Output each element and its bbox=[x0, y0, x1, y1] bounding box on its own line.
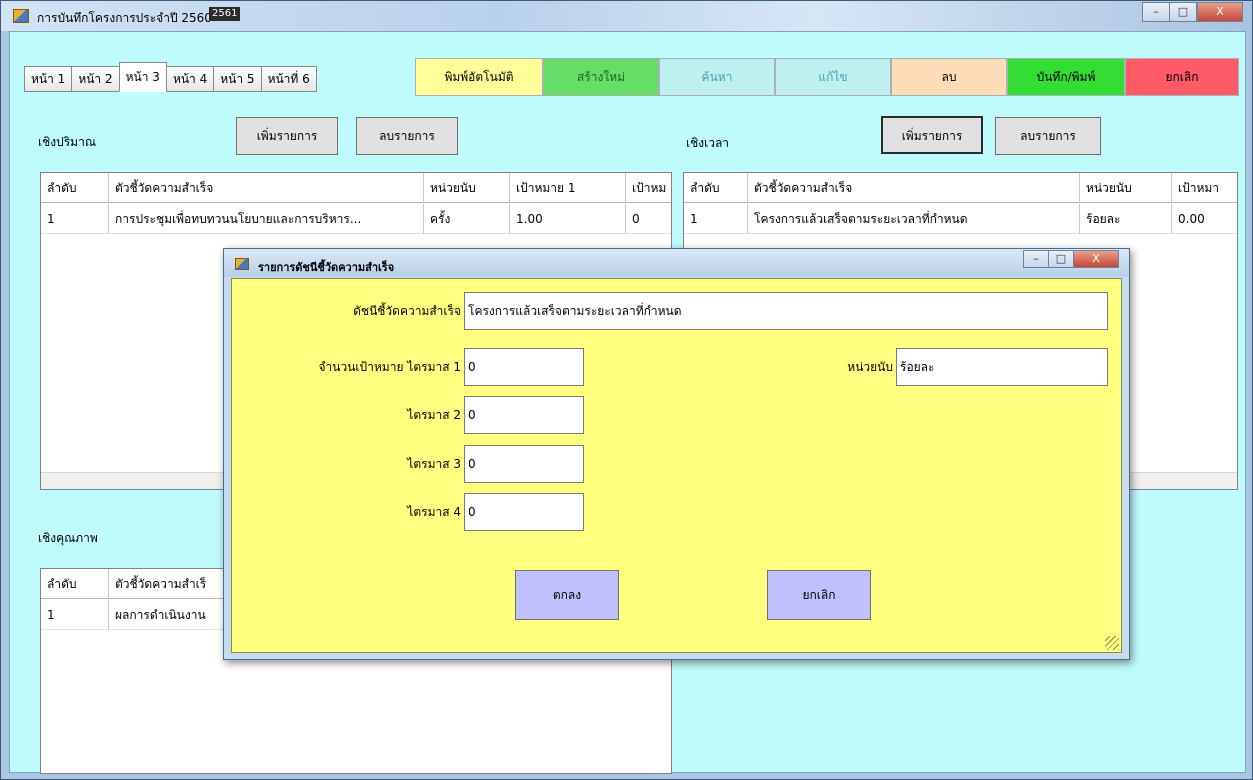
tab-page-6[interactable]: หน้าที่ 6 bbox=[260, 66, 317, 92]
quarter-1-input[interactable]: 0 bbox=[464, 348, 584, 386]
cell-target-2: 0 bbox=[626, 204, 671, 234]
dialog-minimize-button[interactable]: – bbox=[1023, 250, 1049, 268]
qualitative-label: เชิงคุณภาพ bbox=[38, 531, 98, 545]
time-based-remove-button[interactable]: ลบรายการ bbox=[995, 117, 1101, 155]
quarter-1-label: จำนวนเป้าหมาย ไตรมาส 1 bbox=[318, 360, 461, 374]
quarter-3-label: ไตรมาส 3 bbox=[407, 457, 461, 471]
quantitative-label: เชิงปริมาณ bbox=[38, 135, 96, 149]
cell-unit: ร้อยละ bbox=[1080, 204, 1172, 234]
tab-page-5[interactable]: หน้า 5 bbox=[213, 66, 262, 92]
delete-button[interactable]: ลบ bbox=[891, 58, 1007, 96]
indicator-label: ดัชนีชี้วัดความสำเร็จ bbox=[353, 304, 461, 318]
column-header-target-1[interactable]: เป้าหมาย 1 bbox=[510, 173, 626, 203]
close-button[interactable]: X bbox=[1197, 2, 1243, 22]
quarter-4-input[interactable]: 0 bbox=[464, 493, 584, 531]
quantitative-add-button[interactable]: เพิ่มรายการ bbox=[236, 117, 338, 155]
maximize-button[interactable]: □ bbox=[1169, 2, 1197, 22]
auto-print-button[interactable]: พิมพ์อัตโนมัติ bbox=[415, 58, 543, 96]
tab-page-2[interactable]: หน้า 2 bbox=[71, 66, 120, 92]
dialog-title: รายการดัชนีชี้วัดความสำเร็จ bbox=[258, 261, 395, 274]
cell-target: 0.00 bbox=[1172, 204, 1237, 234]
quarter-2-label: ไตรมาส 2 bbox=[407, 408, 461, 422]
table-row[interactable]: 1 การประชุมเพื่อทบทวนนโยบายและการบริหาร.… bbox=[41, 204, 671, 234]
quarter-3-input[interactable]: 0 bbox=[464, 445, 584, 483]
column-header-order[interactable]: ลำดับ bbox=[41, 173, 109, 203]
cancel-button[interactable]: ยกเลิก bbox=[1125, 58, 1239, 96]
tab-page-1[interactable]: หน้า 1 bbox=[24, 66, 73, 92]
dialog-cancel-button[interactable]: ยกเลิก bbox=[767, 570, 871, 620]
dialog-close-button[interactable]: X bbox=[1073, 250, 1119, 268]
tab-page-3[interactable]: หน้า 3 bbox=[118, 62, 167, 92]
minimize-button[interactable]: – bbox=[1142, 2, 1170, 22]
unit-label: หน่วยนับ bbox=[847, 360, 893, 374]
dialog-body: ดัชนีชี้วัดความสำเร็จ โครงการแล้วเสร็จตา… bbox=[231, 278, 1122, 653]
tab-page-4[interactable]: หน้า 4 bbox=[165, 66, 215, 92]
search-button[interactable]: ค้นหา bbox=[659, 58, 775, 96]
cell-order: 1 bbox=[684, 204, 748, 234]
column-header-unit[interactable]: หน่วยนับ bbox=[1080, 173, 1172, 203]
cell-indicator: การประชุมเพื่อทบทวนนโยบายและการบริหาร... bbox=[109, 204, 424, 234]
cell-order: 1 bbox=[41, 600, 109, 630]
column-header-target-2[interactable]: เป้าหม bbox=[626, 173, 671, 203]
title-bar[interactable]: การบันทึกโครงการประจำปี 2560 2561 – □ X bbox=[1, 1, 1252, 31]
window-title: การบันทึกโครงการประจำปี 2560 bbox=[37, 11, 212, 25]
indicator-input[interactable]: โครงการแล้วเสร็จตามระยะเวลาที่กำหนด bbox=[464, 292, 1108, 330]
quarter-2-input[interactable]: 0 bbox=[464, 396, 584, 434]
title-year-badge: 2561 bbox=[209, 7, 241, 21]
dialog-title-bar[interactable]: รายการดัชนีชี้วัดความสำเร็จ – □ X bbox=[224, 249, 1129, 277]
cell-order: 1 bbox=[41, 204, 109, 234]
cell-unit: ครั้ง bbox=[424, 204, 510, 234]
column-header-order[interactable]: ลำดับ bbox=[41, 569, 109, 599]
tab-strip: หน้า 1 หน้า 2 หน้า 3 หน้า 4 หน้า 5 หน้าท… bbox=[24, 62, 317, 92]
edit-button[interactable]: แก้ไข bbox=[775, 58, 891, 96]
indicator-dialog: รายการดัชนีชี้วัดความสำเร็จ – □ X ดัชนีช… bbox=[223, 248, 1130, 660]
resize-grip-icon[interactable] bbox=[1105, 636, 1119, 650]
grid-header-row: ลำดับ ตัวชี้วัดความสำเร็จ หน่วยนับ เป้าห… bbox=[684, 173, 1237, 203]
quarter-4-label: ไตรมาส 4 bbox=[407, 505, 461, 519]
time-based-label: เชิงเวลา bbox=[686, 136, 730, 150]
grid-header-row: ลำดับ ตัวชี้วัดความสำเร็จ หน่วยนับ เป้าห… bbox=[41, 173, 671, 203]
column-header-indicator[interactable]: ตัวชี้วัดความสำเร็จ bbox=[748, 173, 1080, 203]
app-icon bbox=[13, 9, 29, 23]
save-print-button[interactable]: บันทึก/พิมพ์ bbox=[1007, 58, 1125, 96]
dialog-app-icon bbox=[235, 258, 249, 270]
table-row[interactable]: 1 โครงการแล้วเสร็จตามระยะเวลาที่กำหนด ร้… bbox=[684, 204, 1237, 234]
quantitative-remove-button[interactable]: ลบรายการ bbox=[356, 117, 458, 155]
unit-input[interactable]: ร้อยละ bbox=[896, 348, 1108, 386]
column-header-target[interactable]: เป้าหมา bbox=[1172, 173, 1237, 203]
time-based-add-button[interactable]: เพิ่มรายการ bbox=[881, 116, 983, 154]
main-window: การบันทึกโครงการประจำปี 2560 2561 – □ X … bbox=[0, 0, 1253, 780]
new-button[interactable]: สร้างใหม่ bbox=[543, 58, 659, 96]
dialog-maximize-button[interactable]: □ bbox=[1048, 250, 1074, 268]
cell-target-1: 1.00 bbox=[510, 204, 626, 234]
column-header-order[interactable]: ลำดับ bbox=[684, 173, 748, 203]
column-header-unit[interactable]: หน่วยนับ bbox=[424, 173, 510, 203]
cell-indicator: โครงการแล้วเสร็จตามระยะเวลาที่กำหนด bbox=[748, 204, 1080, 234]
ok-button[interactable]: ตกลง bbox=[515, 570, 619, 620]
column-header-indicator[interactable]: ตัวชี้วัดความสำเร็จ bbox=[109, 173, 424, 203]
